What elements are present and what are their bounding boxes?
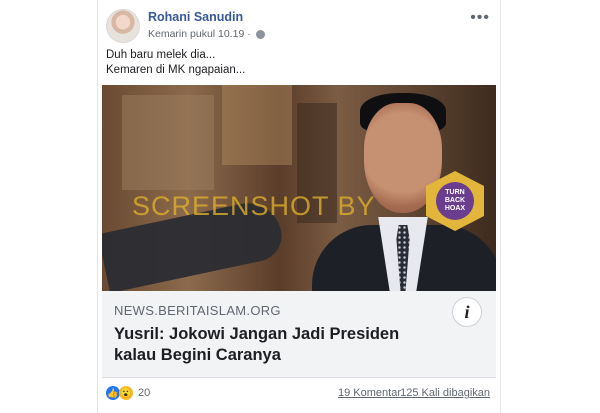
more-options-icon[interactable]: ••• <box>470 10 490 26</box>
link-preview[interactable]: NEWS.BERITAISLAM.ORG Yusril: Jokowi Jang… <box>102 291 496 378</box>
background-panel <box>222 85 292 165</box>
comments-count[interactable]: 19 Komentar <box>338 387 401 399</box>
facebook-post: Rohani Sanudin Kemarin pukul 10.19 · •••… <box>97 0 501 413</box>
post-text-line: Kemaren di MK ngapaian... <box>106 64 246 76</box>
post-header: Rohani Sanudin Kemarin pukul 10.19 · ••• <box>106 8 492 44</box>
author-name[interactable]: Rohani Sanudin <box>148 10 243 24</box>
post-meta: Kemarin pukul 10.19 · <box>148 28 265 40</box>
like-reaction-icon[interactable]: 👍 <box>106 386 120 400</box>
info-icon[interactable]: i <box>452 297 482 327</box>
right-margin <box>512 0 600 413</box>
wow-reaction-icon[interactable]: 😮 <box>119 386 133 400</box>
link-image[interactable]: SCREENSHOT BY TURN BACK HOAX <box>102 85 496 291</box>
watermark-text: SCREENSHOT BY <box>132 191 376 221</box>
post-text-line: Duh baru melek dia... <box>106 49 216 61</box>
link-headline[interactable]: Yusril: Jokowi Jangan Jadi Presiden kala… <box>114 324 444 366</box>
background-panel <box>122 95 214 190</box>
post-timestamp[interactable]: Kemarin pukul 10.19 · <box>148 28 251 40</box>
turnbackhoax-logo-text: TURN BACK HOAX <box>436 182 474 220</box>
shares-count[interactable]: 125 Kali dibagikan <box>400 387 490 399</box>
reaction-count[interactable]: 20 <box>138 387 150 399</box>
link-domain: NEWS.BERITAISLAM.ORG <box>114 303 281 318</box>
post-footer: 👍 😮 20 19 Komentar 125 Kali dibagikan <box>106 385 492 403</box>
globe-icon <box>255 29 265 39</box>
avatar[interactable] <box>106 9 140 43</box>
left-margin <box>0 0 88 413</box>
post-text: Duh baru melek dia... Kemaren di MK ngap… <box>106 48 245 78</box>
